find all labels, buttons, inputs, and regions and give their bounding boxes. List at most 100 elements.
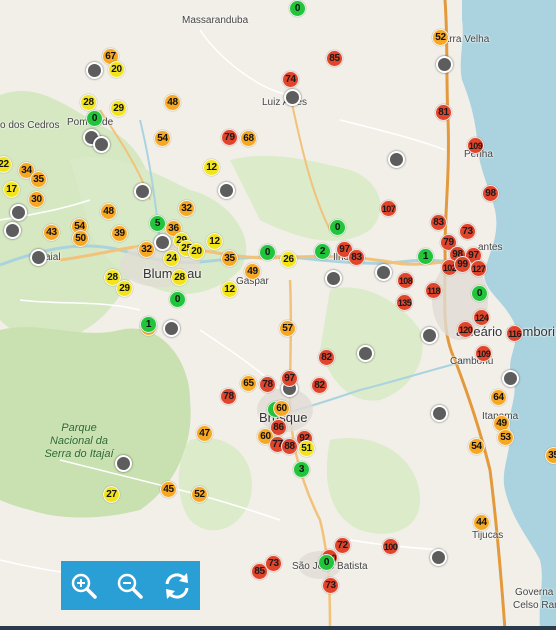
aqi-marker[interactable]: 3 xyxy=(293,461,310,478)
aqi-marker[interactable]: 1 xyxy=(417,248,434,265)
aqi-marker[interactable]: 135 xyxy=(396,294,413,311)
aqi-marker[interactable]: 12 xyxy=(221,281,238,298)
aqi-marker[interactable]: 85 xyxy=(326,50,343,67)
station-marker[interactable] xyxy=(431,405,448,422)
aqi-marker[interactable]: 47 xyxy=(196,425,213,442)
aqi-marker[interactable]: 35 xyxy=(221,250,238,267)
aqi-marker[interactable]: 73 xyxy=(459,223,476,240)
aqi-marker[interactable]: 32 xyxy=(138,241,155,258)
station-marker[interactable] xyxy=(357,345,374,362)
aqi-marker[interactable]: 17 xyxy=(3,181,20,198)
aqi-marker[interactable]: 0 xyxy=(169,291,186,308)
aqi-marker[interactable]: 85 xyxy=(251,563,268,580)
aqi-marker[interactable]: 57 xyxy=(279,320,296,337)
aqi-marker[interactable]: 52 xyxy=(432,29,449,46)
aqi-marker[interactable]: 97 xyxy=(281,370,298,387)
station-marker[interactable] xyxy=(93,136,110,153)
aqi-marker[interactable]: 1 xyxy=(140,316,157,333)
station-marker[interactable] xyxy=(325,270,342,287)
station-marker[interactable] xyxy=(163,320,180,337)
aqi-marker[interactable]: 44 xyxy=(473,514,490,531)
aqi-marker[interactable]: 72 xyxy=(334,537,351,554)
aqi-marker[interactable]: 120 xyxy=(457,321,474,338)
aqi-marker[interactable]: 68 xyxy=(240,130,257,147)
zoom-out-button[interactable] xyxy=(112,568,148,604)
aqi-marker[interactable]: 73 xyxy=(322,577,339,594)
station-marker[interactable] xyxy=(502,370,519,387)
aqi-marker[interactable]: 5 xyxy=(149,215,166,232)
aqi-marker[interactable]: 116 xyxy=(506,325,523,342)
aqi-marker[interactable]: 79 xyxy=(221,129,238,146)
aqi-marker[interactable]: 99 xyxy=(454,256,471,273)
station-marker[interactable] xyxy=(375,264,392,281)
aqi-marker[interactable]: 48 xyxy=(164,94,181,111)
refresh-button[interactable] xyxy=(159,568,195,604)
aqi-marker[interactable]: 0 xyxy=(329,219,346,236)
aqi-marker[interactable]: 54 xyxy=(468,438,485,455)
aqi-marker[interactable]: 29 xyxy=(116,280,133,297)
aqi-marker[interactable]: 78 xyxy=(259,376,276,393)
station-marker[interactable] xyxy=(4,222,21,239)
station-marker[interactable] xyxy=(430,549,447,566)
aqi-marker[interactable]: 43 xyxy=(43,224,60,241)
aqi-marker[interactable]: 2 xyxy=(314,243,331,260)
aqi-marker[interactable]: 82 xyxy=(318,349,335,366)
aqi-marker[interactable]: 12 xyxy=(206,233,223,250)
station-marker[interactable] xyxy=(154,234,171,251)
station-marker[interactable] xyxy=(115,455,132,472)
aqi-marker[interactable]: 28 xyxy=(80,94,97,111)
aqi-marker[interactable]: 0 xyxy=(471,285,488,302)
aqi-marker[interactable]: 83 xyxy=(348,249,365,266)
aqi-marker[interactable]: 82 xyxy=(311,377,328,394)
aqi-marker[interactable]: 39 xyxy=(111,225,128,242)
station-marker[interactable] xyxy=(436,56,453,73)
aqi-marker[interactable]: 24 xyxy=(163,250,180,267)
station-marker[interactable] xyxy=(10,204,27,221)
aqi-marker[interactable]: 30 xyxy=(28,191,45,208)
aqi-marker[interactable]: 48 xyxy=(100,203,117,220)
aqi-marker[interactable]: 12 xyxy=(203,159,220,176)
aqi-marker[interactable]: 50 xyxy=(72,230,89,247)
station-marker[interactable] xyxy=(421,327,438,344)
station-marker[interactable] xyxy=(86,62,103,79)
aqi-marker[interactable]: 49 xyxy=(244,263,261,280)
zoom-in-button[interactable] xyxy=(66,568,102,604)
station-marker[interactable] xyxy=(134,183,151,200)
aqi-marker[interactable]: 127 xyxy=(470,260,487,277)
station-marker[interactable] xyxy=(284,89,301,106)
aqi-marker[interactable]: 81 xyxy=(435,104,452,121)
aqi-marker[interactable]: 0 xyxy=(289,0,306,17)
aqi-marker[interactable]: 74 xyxy=(282,71,299,88)
aqi-marker[interactable]: 53 xyxy=(497,429,514,446)
aqi-marker[interactable]: 0 xyxy=(86,110,103,127)
aqi-marker[interactable]: 32 xyxy=(178,200,195,217)
aqi-marker[interactable]: 0 xyxy=(259,244,276,261)
aqi-marker[interactable]: 83 xyxy=(430,214,447,231)
aqi-marker[interactable]: 98 xyxy=(482,185,499,202)
aqi-marker[interactable]: 29 xyxy=(110,100,127,117)
station-marker[interactable] xyxy=(218,182,235,199)
aqi-marker[interactable]: 100 xyxy=(382,538,399,555)
aqi-marker[interactable]: 107 xyxy=(380,200,397,217)
aqi-marker[interactable]: 20 xyxy=(108,61,125,78)
aqi-marker[interactable]: 45 xyxy=(160,481,177,498)
station-marker[interactable] xyxy=(30,249,47,266)
aqi-marker[interactable]: 108 xyxy=(397,272,414,289)
aqi-marker[interactable]: 54 xyxy=(154,130,171,147)
aqi-marker[interactable]: 27 xyxy=(103,486,120,503)
aqi-marker[interactable]: 64 xyxy=(490,389,507,406)
aqi-marker[interactable]: 0 xyxy=(318,554,335,571)
aqi-marker[interactable]: 26 xyxy=(280,251,297,268)
air-quality-map[interactable]: Massaranduba Barra Velha Luiz Alves o dos C… xyxy=(0,0,556,630)
aqi-marker[interactable]: 51 xyxy=(298,440,315,457)
aqi-marker[interactable]: 20 xyxy=(188,243,205,260)
aqi-marker[interactable]: 109 xyxy=(467,137,484,154)
aqi-marker[interactable]: 60 xyxy=(273,400,290,417)
aqi-marker[interactable]: 35 xyxy=(545,447,556,464)
aqi-marker[interactable]: 52 xyxy=(191,486,208,503)
aqi-marker[interactable]: 109 xyxy=(475,345,492,362)
aqi-marker[interactable]: 35 xyxy=(30,171,47,188)
aqi-marker[interactable]: 88 xyxy=(281,438,298,455)
aqi-marker[interactable]: 65 xyxy=(240,375,257,392)
aqi-marker[interactable]: 118 xyxy=(425,282,442,299)
